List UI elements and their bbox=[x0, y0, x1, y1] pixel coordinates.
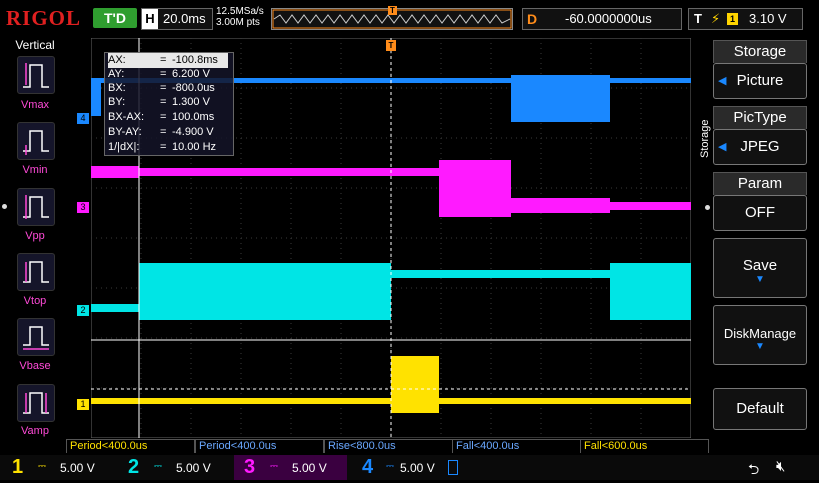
acquisition-info: 12.5MSa/s 3.00M pts bbox=[216, 6, 264, 28]
trigger-source-badge: 1 bbox=[727, 13, 738, 25]
dc-coupling-icon: ⎓ bbox=[270, 461, 278, 472]
save-button[interactable]: Save ▼ bbox=[713, 238, 807, 298]
sample-rate: 12.5MSa/s bbox=[216, 6, 264, 17]
ch2-scale[interactable]: 5.00 V bbox=[176, 461, 211, 475]
diskmanage-button[interactable]: DiskManage ▼ bbox=[713, 305, 807, 365]
pictype-select[interactable]: ◀ JPEG bbox=[713, 129, 807, 165]
measurement-strip: Period<400.0us Period<400.0us Rise<800.0… bbox=[66, 439, 709, 453]
trigger-time-marker[interactable]: T bbox=[386, 40, 396, 51]
save-label: Save bbox=[742, 257, 778, 274]
trigger-position-marker: T bbox=[388, 6, 397, 15]
vmax-icon bbox=[23, 63, 49, 88]
delay-display[interactable]: D -60.0000000us bbox=[522, 8, 682, 30]
measurement-item[interactable]: Fall<600.0us bbox=[580, 439, 709, 453]
ch1-scale[interactable]: 5.00 V bbox=[60, 461, 95, 475]
ch4-number[interactable]: 4 bbox=[362, 456, 373, 478]
vbase-label: Vbase bbox=[19, 360, 51, 372]
delay-value: -60.0000000us bbox=[565, 11, 652, 26]
timebase-value: 20.0ms bbox=[163, 11, 206, 26]
ch3-number[interactable]: 3 bbox=[244, 456, 255, 478]
vpp-button[interactable] bbox=[17, 188, 55, 226]
cursor-row-ax: AX: = -100.8ms bbox=[108, 53, 228, 68]
memory-position-bar: T bbox=[271, 6, 513, 30]
vtop-icon bbox=[23, 261, 49, 283]
chevron-down-icon: ▼ bbox=[755, 274, 765, 285]
ch3-scale[interactable]: 5.00 V bbox=[292, 461, 327, 475]
default-button[interactable]: Default bbox=[713, 388, 807, 430]
delay-letter: D bbox=[527, 11, 538, 27]
menu-dot bbox=[705, 205, 710, 210]
vamp-label: Vamp bbox=[21, 425, 49, 437]
vertical-measure-panel: Vertical Vmax Vmin Vpp Vtop Vbase Vamp bbox=[2, 38, 62, 438]
trigger-display[interactable]: T ⚡ 1 3.10 V bbox=[688, 8, 803, 30]
timebase-display[interactable]: H 20.0ms bbox=[141, 8, 213, 30]
param-title: Param bbox=[713, 172, 807, 195]
vmin-label: Vmin bbox=[22, 164, 48, 176]
ch2-number[interactable]: 2 bbox=[128, 456, 139, 478]
trigger-status-badge: T'D bbox=[93, 8, 137, 28]
ch1-number[interactable]: 1 bbox=[12, 456, 23, 478]
vmax-button[interactable] bbox=[17, 56, 55, 94]
vtop-label: Vtop bbox=[23, 295, 47, 307]
pictype-value: JPEG bbox=[740, 138, 780, 155]
brand-logo: RIGOL bbox=[6, 6, 82, 30]
vmax-label: Vmax bbox=[20, 99, 50, 111]
rising-edge-icon: ⚡ bbox=[711, 11, 721, 26]
cursor-readout-panel: AX: = -100.8ms AY: = 6.200 V BX: = -800.0us BY… bbox=[104, 52, 234, 156]
ch2-marker[interactable]: 2 bbox=[77, 305, 89, 316]
page-dot bbox=[2, 204, 7, 209]
ch4-marker[interactable]: 4 bbox=[77, 113, 89, 124]
timebase-letter: H bbox=[142, 9, 158, 29]
ch4-scale[interactable]: 5.00 V bbox=[400, 461, 435, 475]
bandwidth-limit-icon bbox=[448, 460, 458, 475]
sound-mute-icon[interactable]: 🔇︎ bbox=[776, 458, 785, 475]
vpp-icon bbox=[23, 195, 49, 219]
ch3-marker[interactable]: 3 bbox=[77, 202, 89, 213]
measurement-item[interactable]: Fall<400.0us bbox=[452, 439, 581, 453]
vbase-icon bbox=[23, 326, 49, 350]
dc-coupling-icon: ⎓ bbox=[38, 461, 46, 472]
top-status-bar: RIGOL T'D H 20.0ms 12.5MSa/s 3.00M pts T… bbox=[0, 0, 819, 36]
storage-value: Picture bbox=[736, 72, 784, 89]
storage-menu-panel: Storage Storage ◀ Picture PicType ◀ JPEG… bbox=[699, 38, 819, 438]
vpp-label: Vpp bbox=[25, 230, 45, 242]
panel-title: Vertical bbox=[15, 38, 55, 52]
vmin-icon bbox=[23, 130, 49, 155]
dc-coupling-icon: ⎓ bbox=[154, 461, 162, 472]
param-toggle[interactable]: OFF bbox=[713, 195, 807, 231]
trigger-level: 3.10 V bbox=[749, 11, 787, 26]
measurement-item[interactable]: Period<400.0us bbox=[195, 439, 324, 453]
channel-bar: 1 ⎓ 5.00 V 2 ⎓ 5.00 V 3 ⎓ 5.00 V 4 ⎓ 5.0… bbox=[0, 455, 819, 480]
memory-depth: 3.00M pts bbox=[216, 17, 260, 28]
pictype-title: PicType bbox=[713, 106, 807, 129]
ch1-marker[interactable]: 1 bbox=[77, 399, 89, 410]
trigger-level-label: T bbox=[696, 368, 702, 377]
trigger-letter: T bbox=[694, 11, 702, 26]
chevron-down-icon: ▼ bbox=[755, 341, 765, 352]
vbase-button[interactable] bbox=[17, 318, 55, 356]
diskmanage-label: DiskManage bbox=[723, 326, 797, 341]
measurement-item[interactable]: Period<400.0us bbox=[66, 439, 195, 453]
select-arrow-icon: ◀ bbox=[718, 141, 727, 153]
vamp-button[interactable] bbox=[17, 384, 55, 422]
storage-title: Storage bbox=[713, 40, 807, 63]
storage-select[interactable]: ◀ Picture bbox=[713, 63, 807, 99]
dc-coupling-icon: ⎓ bbox=[386, 461, 394, 472]
vamp-icon bbox=[23, 392, 49, 414]
vmin-button[interactable] bbox=[17, 122, 55, 160]
measurement-item[interactable]: Rise<800.0us bbox=[324, 439, 453, 453]
usb-icon: ⮌ bbox=[748, 461, 760, 477]
vtop-button[interactable] bbox=[17, 253, 55, 291]
select-arrow-icon: ◀ bbox=[718, 75, 727, 87]
